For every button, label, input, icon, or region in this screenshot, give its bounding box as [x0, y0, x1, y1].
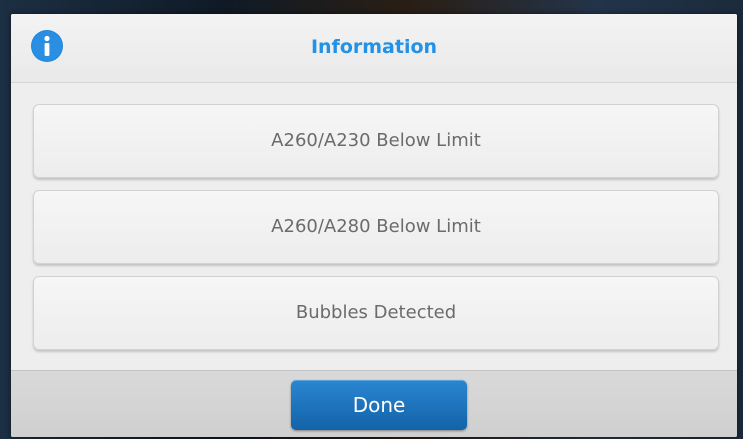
list-item-label: A260/A280 Below Limit	[271, 216, 481, 237]
dialog-header: Information	[11, 14, 737, 83]
list-item[interactable]: A260/A280 Below Limit	[33, 190, 719, 264]
list-item[interactable]: A260/A230 Below Limit	[33, 104, 719, 178]
dialog-footer: Done	[11, 370, 737, 437]
done-button[interactable]: Done	[291, 380, 467, 430]
dialog-title: Information	[310, 36, 438, 58]
list-item-label: A260/A230 Below Limit	[271, 130, 481, 151]
information-dialog: Information A260/A230 Below Limit A260/A…	[11, 14, 737, 437]
message-list: A260/A230 Below Limit A260/A280 Below Li…	[33, 104, 719, 362]
info-icon	[31, 30, 63, 62]
list-item[interactable]: Bubbles Detected	[33, 276, 719, 350]
list-item-label: Bubbles Detected	[295, 302, 457, 323]
